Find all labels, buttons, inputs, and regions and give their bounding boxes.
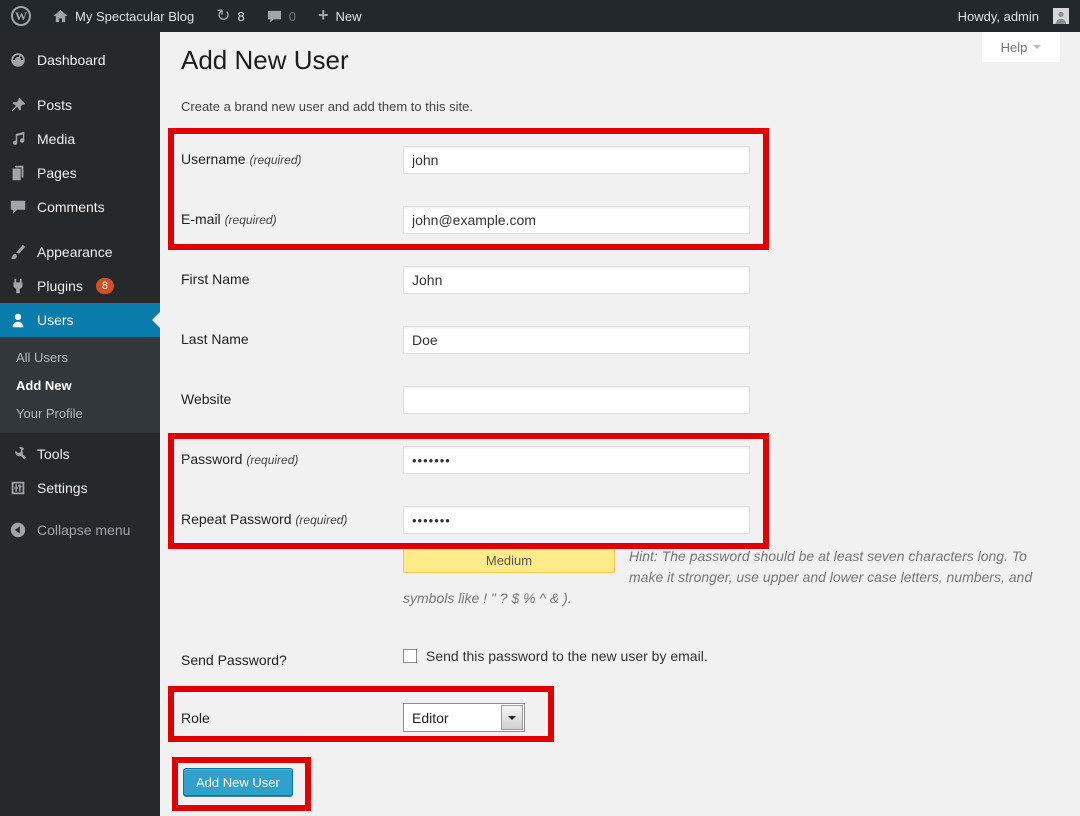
new-label: New [335,9,361,24]
website-label: Website [181,391,231,407]
sidebar-item-label: Posts [37,97,72,113]
active-menu-arrow [152,312,160,328]
sidebar-item-label: Plugins [37,278,83,294]
sidebar-item-label: Dashboard [37,52,106,68]
submenu-all-users[interactable]: All Users [0,344,160,372]
last-name-label: Last Name [181,331,249,347]
password-input[interactable] [403,446,750,474]
media-icon [8,130,28,148]
howdy-label: Howdy, admin [958,9,1039,24]
updates-icon: ↻ [216,8,230,25]
repeat-password-label: Repeat Password (required) [181,511,347,527]
updates-menu[interactable]: ↻ 8 [205,0,255,32]
collapse-menu-label: Collapse menu [37,522,130,538]
required-marker: (required) [246,453,298,467]
submenu-your-profile[interactable]: Your Profile [0,400,160,428]
required-marker: (required) [249,153,301,167]
wordpress-logo-icon: W [11,6,31,26]
wrench-icon [8,445,28,463]
username-input[interactable] [403,146,750,174]
sidebar-item-posts[interactable]: Posts [0,88,160,122]
sidebar-item-media[interactable]: Media [0,122,160,156]
sidebar-item-users[interactable]: Users [0,303,160,337]
sidebar-item-label: Comments [37,199,105,215]
home-icon [53,9,68,24]
plugins-update-badge: 8 [96,278,114,294]
sidebar-item-label: Users [37,312,74,328]
help-button[interactable]: Help [982,32,1060,62]
sidebar-item-dashboard[interactable]: Dashboard [0,43,160,77]
new-content-menu[interactable]: + New [307,0,373,32]
send-password-label: Send Password? [181,652,287,668]
chevron-down-icon [508,716,516,724]
updates-count: 8 [237,9,244,24]
password-strength-meter: Medium [403,548,615,573]
required-marker: (required) [295,513,347,527]
site-name-menu[interactable]: My Spectacular Blog [42,0,205,32]
page-title: Add New User [181,45,349,76]
admin-sidebar: Dashboard Posts Media Pages Comments App… [0,32,160,816]
website-input[interactable] [403,386,750,414]
dashboard-icon [8,51,28,69]
send-password-checkbox[interactable] [403,649,417,663]
sidebar-item-label: Media [37,131,75,147]
users-icon [8,311,28,329]
collapse-icon [8,521,28,539]
plugin-icon [8,277,28,295]
pages-icon [8,164,28,182]
chevron-down-icon [1033,45,1041,53]
sidebar-item-pages[interactable]: Pages [0,156,160,190]
comment-bubble-icon [267,9,282,24]
sidebar-item-plugins[interactable]: Plugins 8 [0,269,160,303]
password-strength-section: Medium Hint: The password should be at l… [403,546,1039,609]
sidebar-item-label: Tools [37,446,70,462]
pushpin-icon [8,96,28,114]
first-name-label: First Name [181,271,249,287]
help-label: Help [1001,40,1028,55]
role-select[interactable]: Editor [403,703,525,732]
collapse-menu-button[interactable]: Collapse menu [0,513,160,547]
add-new-user-button[interactable]: Add New User [183,768,293,796]
wordpress-logo-menu[interactable]: W [0,0,42,32]
password-label: Password (required) [181,451,298,467]
select-dropdown-button[interactable] [501,705,523,730]
email-input[interactable] [403,206,750,234]
sidebar-item-label: Pages [37,165,77,181]
send-password-checkbox-label: Send this password to the new user by em… [426,648,708,664]
users-submenu: All Users Add New Your Profile [0,337,160,433]
send-password-row: Send this password to the new user by em… [403,648,708,664]
last-name-input[interactable] [403,326,750,354]
comments-icon [8,198,28,216]
username-label: Username (required) [181,151,302,167]
site-name-label: My Spectacular Blog [75,9,194,24]
plus-icon: + [318,6,329,24]
account-menu[interactable]: Howdy, admin [947,0,1080,32]
required-marker: (required) [225,213,277,227]
sidebar-item-comments[interactable]: Comments [0,190,160,224]
sidebar-item-label: Settings [37,480,88,496]
comments-menu[interactable]: 0 [256,0,307,32]
main-content: Help Add New User Create a brand new use… [160,32,1080,816]
sidebar-item-settings[interactable]: Settings [0,471,160,505]
role-selected-value: Editor [412,710,449,726]
sidebar-item-tools[interactable]: Tools [0,437,160,471]
repeat-password-input[interactable] [403,506,750,534]
sidebar-item-appearance[interactable]: Appearance [0,235,160,269]
paintbrush-icon [8,243,28,261]
sidebar-item-label: Appearance [37,244,113,260]
admin-bar: W My Spectacular Blog ↻ 8 0 + New Howdy,… [0,0,1080,32]
comments-count: 0 [289,9,296,24]
role-label: Role [181,710,210,726]
settings-icon [8,479,28,497]
page-description: Create a brand new user and add them to … [181,99,473,114]
email-label: E-mail (required) [181,211,277,227]
avatar [1053,8,1069,24]
first-name-input[interactable] [403,266,750,294]
submenu-add-new[interactable]: Add New [0,372,160,400]
